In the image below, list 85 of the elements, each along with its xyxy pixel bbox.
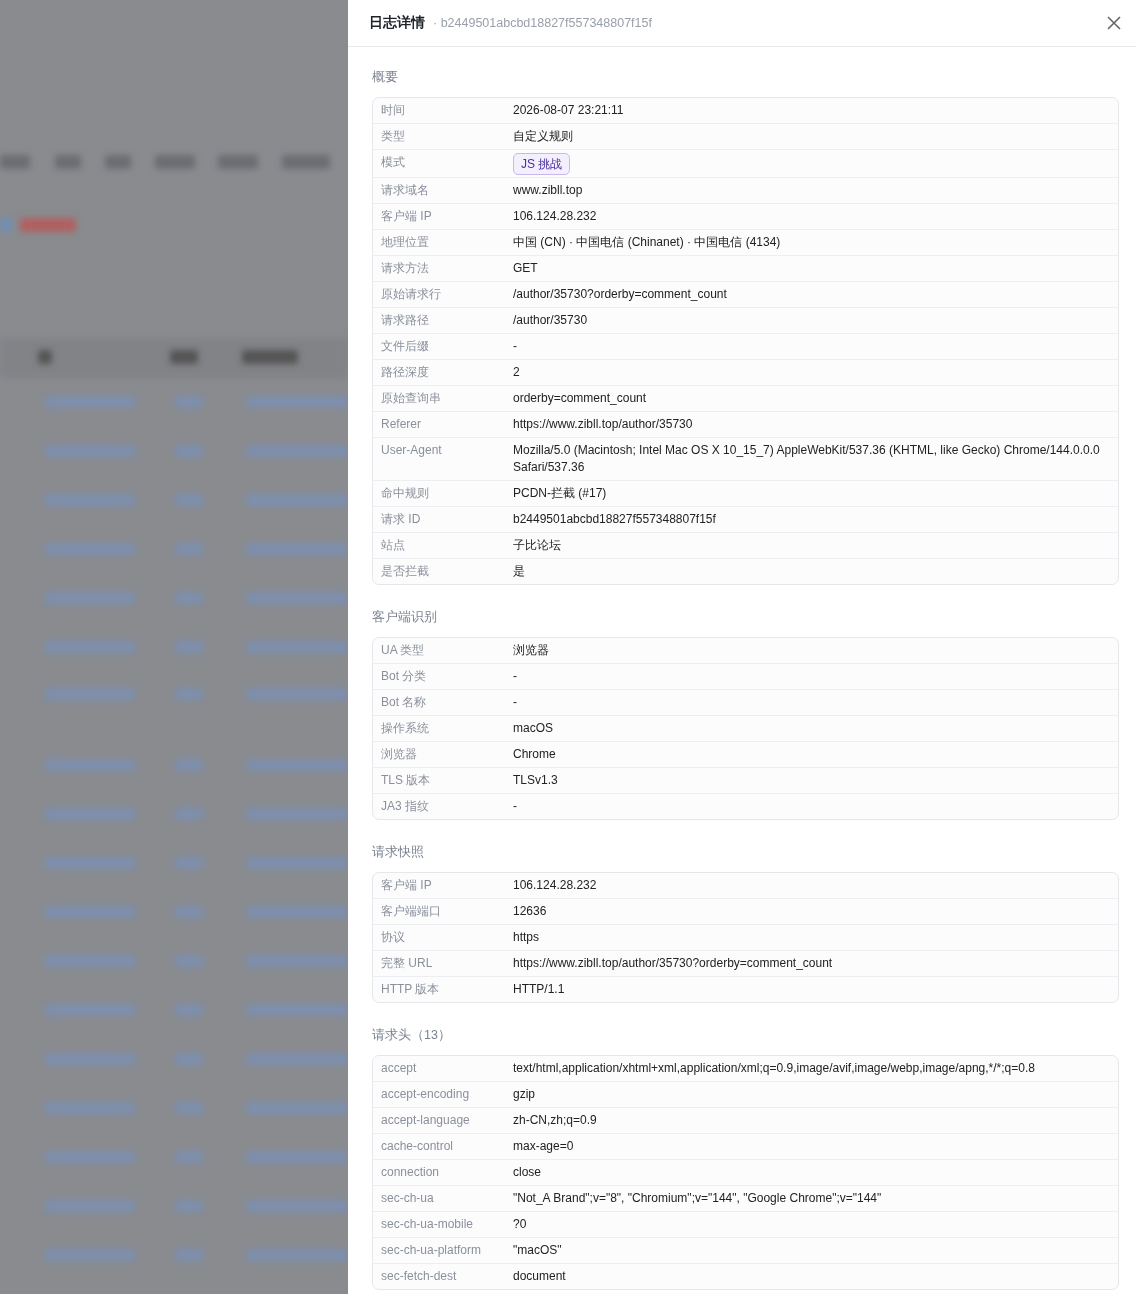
field-value: 106.124.28.232 <box>513 877 598 894</box>
field-label: 文件后缀 <box>380 338 430 355</box>
field-value: https://www.zibll.top/author/35730?orderby=comment_count <box>513 955 834 972</box>
field-label: 操作系统 <box>380 720 430 737</box>
section-title: 客户端识别 <box>372 609 438 625</box>
field-value: 浏览器 <box>513 642 550 659</box>
field-value: - <box>513 694 518 711</box>
field-value: www.zibll.top <box>513 182 584 199</box>
field-value: HTTP/1.1 <box>513 981 566 998</box>
field-value: ?0 <box>513 1216 528 1233</box>
field-label: 命中规则 <box>380 485 430 502</box>
field-value: Mozilla/5.0 (Macintosh; Intel Mac OS X 10_15_7) AppleWebKit/537.36 (KHTML, like Gecko) Chrome/144.0.0.0 Safari/537.36 <box>513 442 1101 476</box>
field-value: PCDN-拦截 (#17) <box>513 485 608 502</box>
field-label: 客户端 IP <box>380 877 433 894</box>
field-value: - <box>513 338 518 355</box>
field-value: - <box>513 798 518 815</box>
field-value: "macOS" <box>513 1242 563 1259</box>
field-value: Chrome <box>513 746 557 763</box>
field-value: max-age=0 <box>513 1138 575 1155</box>
field-value: 2 <box>513 364 521 381</box>
field-label: TLS 版本 <box>380 772 432 789</box>
field-value: 中国 (CN) · 中国电信 (Chinanet) · 中国电信 (4134) <box>513 234 782 251</box>
field-value: close <box>513 1164 542 1181</box>
field-value: gzip <box>513 1086 536 1103</box>
field-label: JA3 指纹 <box>380 798 430 815</box>
field-value: /author/35730?orderby=comment_count <box>513 286 728 303</box>
field-label: 请求方法 <box>380 260 430 277</box>
field-label: accept-language <box>380 1112 471 1129</box>
field-label: 协议 <box>380 929 406 946</box>
field-value: 子比论坛 <box>513 537 562 554</box>
field-label: 站点 <box>380 537 406 554</box>
field-value: "Not_A Brand";v="8", "Chromium";v="144", "Google Chrome";v="144" <box>513 1190 883 1207</box>
field-label: Referer <box>380 416 422 433</box>
field-label: sec-ch-ua-platform <box>380 1242 483 1259</box>
field-label: 类型 <box>380 128 406 145</box>
field-value: TLSv1.3 <box>513 772 559 789</box>
field-label: 模式 <box>380 154 406 171</box>
field-label: 是否拦截 <box>380 563 430 580</box>
field-label: accept-encoding <box>380 1086 471 1103</box>
field-label: accept <box>380 1060 418 1077</box>
field-label: sec-fetch-dest <box>380 1268 458 1285</box>
field-value: document <box>513 1268 567 1285</box>
section-title: 概要 <box>372 69 399 85</box>
section-title: 请求头（13） <box>372 1027 452 1043</box>
field-label: 请求 ID <box>380 511 422 528</box>
field-label: sec-ch-ua <box>380 1190 435 1207</box>
drawer-subtitle: · b2449501abcbd18827f557348807f15f <box>433 16 653 30</box>
field-label: 请求路径 <box>380 312 430 329</box>
field-value: https://www.zibll.top/author/35730 <box>513 416 694 433</box>
field-label: HTTP 版本 <box>380 981 441 998</box>
field-label: 地理位置 <box>380 234 430 251</box>
field-label: connection <box>380 1164 441 1181</box>
field-value: - <box>513 668 518 685</box>
field-value: orderby=comment_count <box>513 390 648 407</box>
field-value: zh-CN,zh;q=0.9 <box>513 1112 598 1129</box>
mode-badge: JS 挑战 <box>513 153 571 175</box>
field-label: 浏览器 <box>380 746 418 763</box>
field-label: 原始请求行 <box>380 286 442 303</box>
field-value: 是 <box>513 563 526 580</box>
field-value: macOS <box>513 720 554 737</box>
field-value: /author/35730 <box>513 312 589 329</box>
section-title: 请求快照 <box>372 844 425 860</box>
field-value: 2026-08-07 23:21:11 <box>513 102 625 119</box>
field-label: Bot 名称 <box>380 694 428 711</box>
field-label: 原始查询串 <box>380 390 442 407</box>
field-value: 自定义规则 <box>513 128 574 145</box>
field-label: cache-control <box>380 1138 455 1155</box>
field-label: 客户端 IP <box>380 208 433 225</box>
field-value: 12636 <box>513 903 548 920</box>
field-label: Bot 分类 <box>380 668 428 685</box>
field-value: text/html,application/xhtml+xml,application/xml;q=0.9,image/avif,image/webp,image/apng,*/*;q=0.8 <box>513 1060 1036 1077</box>
drawer-title: 日志详情 <box>369 14 425 32</box>
field-label: 请求域名 <box>380 182 430 199</box>
field-label: 完整 URL <box>380 955 434 972</box>
field-value: b2449501abcbd18827f557348807f15f <box>513 511 717 528</box>
field-label: sec-ch-ua-mobile <box>380 1216 475 1233</box>
field-label: 客户端端口 <box>380 903 442 920</box>
field-value: https <box>513 929 540 946</box>
field-label: UA 类型 <box>380 642 426 659</box>
field-value: GET <box>513 260 539 277</box>
close-icon <box>1106 15 1122 31</box>
field-label: 路径深度 <box>380 364 430 381</box>
field-label: 时间 <box>380 102 406 119</box>
field-value: 106.124.28.232 <box>513 208 598 225</box>
field-label: User-Agent <box>380 442 443 459</box>
